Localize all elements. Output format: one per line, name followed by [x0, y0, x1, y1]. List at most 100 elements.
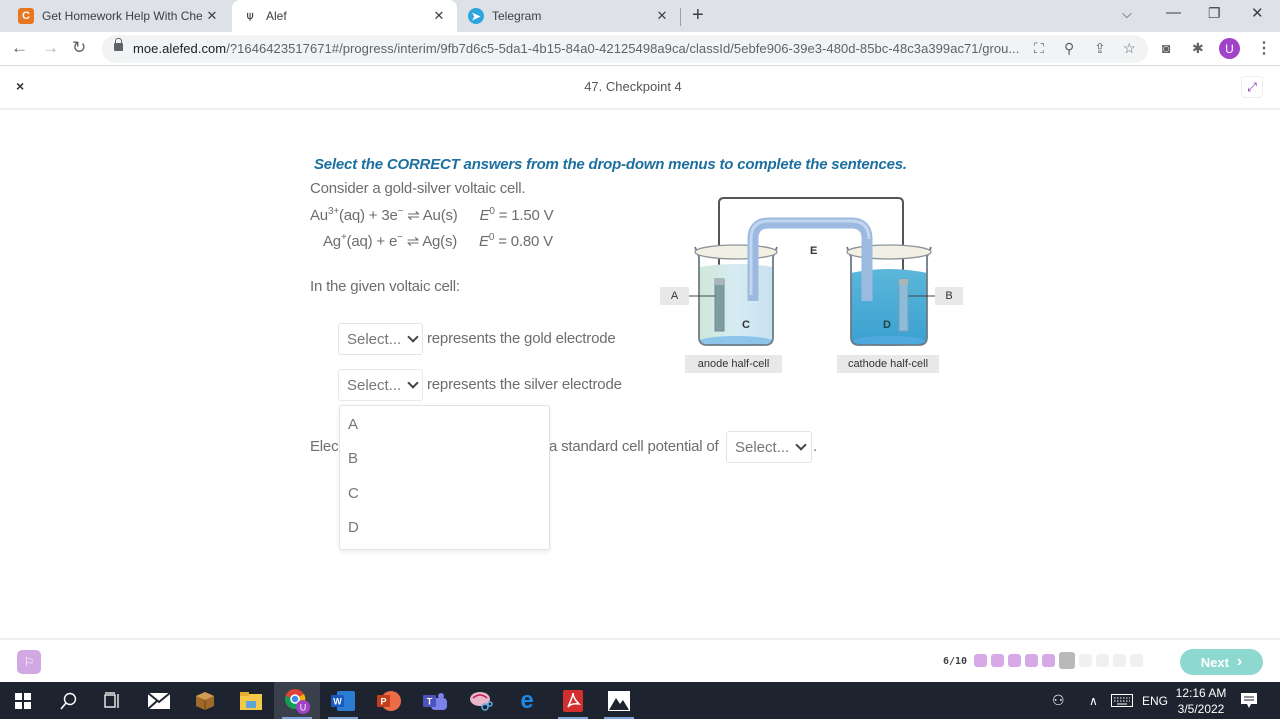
reload-button[interactable]: ↻ — [72, 38, 86, 58]
word-app[interactable]: W — [320, 682, 366, 719]
fullscreen-toggle-button[interactable]: ⤢ — [1241, 76, 1263, 98]
minimize-button[interactable]: — — [1166, 4, 1181, 21]
tab-title: Get Homework Help With Chegg — [42, 9, 202, 23]
dropdown-option[interactable]: B — [348, 450, 358, 467]
anode-caption: anode half-cell — [685, 355, 782, 373]
snip-sketch-app[interactable] — [458, 682, 504, 719]
address-bar[interactable]: moe.alefed.com/?1646423517671#/progress/… — [102, 35, 1148, 63]
progress-step — [1025, 654, 1038, 667]
powerpoint-app[interactable]: P — [366, 682, 412, 719]
acrobat-icon — [563, 689, 583, 712]
progress-step — [1008, 654, 1021, 667]
activity-footer: ⚐ 6/10 Next › — [0, 638, 1280, 682]
new-tab-button[interactable]: + — [692, 4, 704, 27]
close-tab-icon[interactable]: ✕ — [204, 8, 220, 24]
label-c: C — [742, 319, 750, 331]
silver-electrode-select[interactable]: Select... — [338, 369, 423, 401]
photos-app[interactable] — [596, 682, 642, 719]
system-clock[interactable]: 12:16 AM 3/5/2022 — [1172, 685, 1230, 717]
next-button[interactable]: Next › — [1180, 649, 1263, 675]
tab-separator — [680, 8, 681, 26]
acrobat-app[interactable] — [550, 682, 596, 719]
anode-solution — [699, 264, 773, 345]
progress-step — [1079, 654, 1092, 667]
zoom-icon[interactable]: ⚲ — [1064, 40, 1074, 57]
edge-app[interactable]: e — [504, 682, 550, 719]
notification-icon — [1241, 692, 1257, 708]
label-b: B — [935, 287, 963, 305]
gold-electrode-text: represents the gold electrode — [427, 330, 616, 347]
progress-step — [974, 654, 987, 667]
telegram-icon: ➤ — [468, 8, 484, 24]
edge-icon: e — [520, 686, 534, 714]
task-view-button[interactable] — [90, 682, 136, 719]
page-title: 47. Checkpoint 4 — [584, 79, 682, 94]
progress-indicator — [974, 652, 1143, 669]
voltaic-cell-svg — [689, 197, 935, 346]
share-icon[interactable]: ⇪ — [1094, 40, 1106, 57]
word-icon: W — [331, 690, 355, 711]
tab-search-icon[interactable]: ⌵ — [1122, 6, 1132, 22]
app-header: × 47. Checkpoint 4 ⤢ — [0, 66, 1280, 110]
snip-sketch-icon — [470, 691, 493, 711]
task-view-icon — [104, 691, 119, 708]
close-window-button[interactable]: ✕ — [1251, 4, 1264, 22]
input-language[interactable]: ENG — [1142, 682, 1168, 719]
close-tab-icon[interactable]: ✕ — [431, 8, 447, 24]
dropdown-option[interactable]: A — [348, 416, 358, 433]
translate-icon[interactable]: ⛶ — [1034, 40, 1044, 57]
progress-step — [1130, 654, 1143, 667]
people-icon[interactable]: ⚇ — [1052, 682, 1065, 719]
svg-text:P: P — [380, 696, 386, 706]
close-tab-icon[interactable]: ✕ — [654, 8, 670, 24]
label-a: A — [660, 287, 689, 305]
file-explorer-app[interactable] — [228, 682, 274, 719]
electrode-b-clip — [899, 279, 908, 285]
half-reaction-gold: Au3+(aq) + 3e− ⇌ Au(s) E0 = 1.50 V — [310, 206, 554, 224]
camera-icon[interactable]: ◙ — [1162, 40, 1170, 56]
electrode-b — [898, 278, 909, 332]
profile-avatar[interactable]: U — [1219, 38, 1240, 59]
url-text[interactable]: moe.alefed.com/?1646423517671#/progress/… — [133, 41, 1019, 56]
flag-icon: ⚐ — [23, 655, 35, 669]
bookmark-star-icon[interactable]: ☆ — [1123, 40, 1136, 57]
progress-counter: 6/10 — [943, 656, 968, 667]
minecraft-app[interactable] — [182, 682, 228, 719]
restore-button[interactable]: ❐ — [1208, 5, 1221, 22]
forward-button[interactable]: → — [42, 38, 59, 58]
mail-app[interactable] — [136, 682, 182, 719]
powerpoint-icon: P — [377, 690, 401, 711]
third-sentence-prefix: Elec — [310, 438, 339, 455]
show-hidden-icons-chevron[interactable]: ∧ — [1089, 682, 1098, 719]
svg-text:T: T — [427, 696, 433, 706]
chegg-icon: C — [18, 8, 34, 24]
alef-icon: ⍦ — [246, 9, 254, 22]
select-value: Select... — [347, 376, 402, 394]
tab-alef[interactable]: ⍦ Alef ✕ — [232, 0, 457, 32]
chevron-down-icon — [795, 439, 807, 451]
gold-electrode-select[interactable]: Select... — [338, 323, 423, 355]
extensions-puzzle-icon[interactable]: ✱ — [1192, 40, 1204, 57]
chrome-icon: U — [285, 688, 310, 714]
teams-app[interactable]: T — [412, 682, 458, 719]
windows-logo-icon — [15, 692, 31, 709]
dropdown-option[interactable]: D — [348, 519, 359, 536]
dropdown-option[interactable]: C — [348, 485, 359, 502]
start-button[interactable] — [0, 682, 46, 719]
browser-toolbar: ← → ↻ moe.alefed.com/?1646423517671#/pro… — [0, 32, 1280, 66]
chevron-right-icon: › — [1236, 653, 1243, 670]
cell-potential-select[interactable]: Select... — [726, 431, 812, 463]
search-button[interactable] — [45, 682, 91, 719]
browser-menu-icon[interactable]: ⋮ — [1256, 38, 1272, 58]
expand-arrows-icon: ⤢ — [1247, 79, 1257, 94]
flag-question-button[interactable]: ⚐ — [17, 650, 41, 674]
touch-keyboard-icon[interactable] — [1111, 682, 1133, 719]
back-button[interactable]: ← — [11, 38, 28, 58]
chrome-app[interactable]: U — [274, 682, 320, 719]
third-sentence-suffix: a standard cell potential of — [549, 438, 719, 455]
tab-telegram[interactable]: ➤ Telegram ✕ — [458, 0, 680, 32]
tab-chegg[interactable]: C Get Homework Help With Chegg ✕ — [8, 0, 230, 32]
label-d: D — [883, 319, 891, 331]
lead-in-text: In the given voltaic cell: — [310, 278, 460, 295]
action-center-button[interactable] — [1241, 682, 1257, 719]
